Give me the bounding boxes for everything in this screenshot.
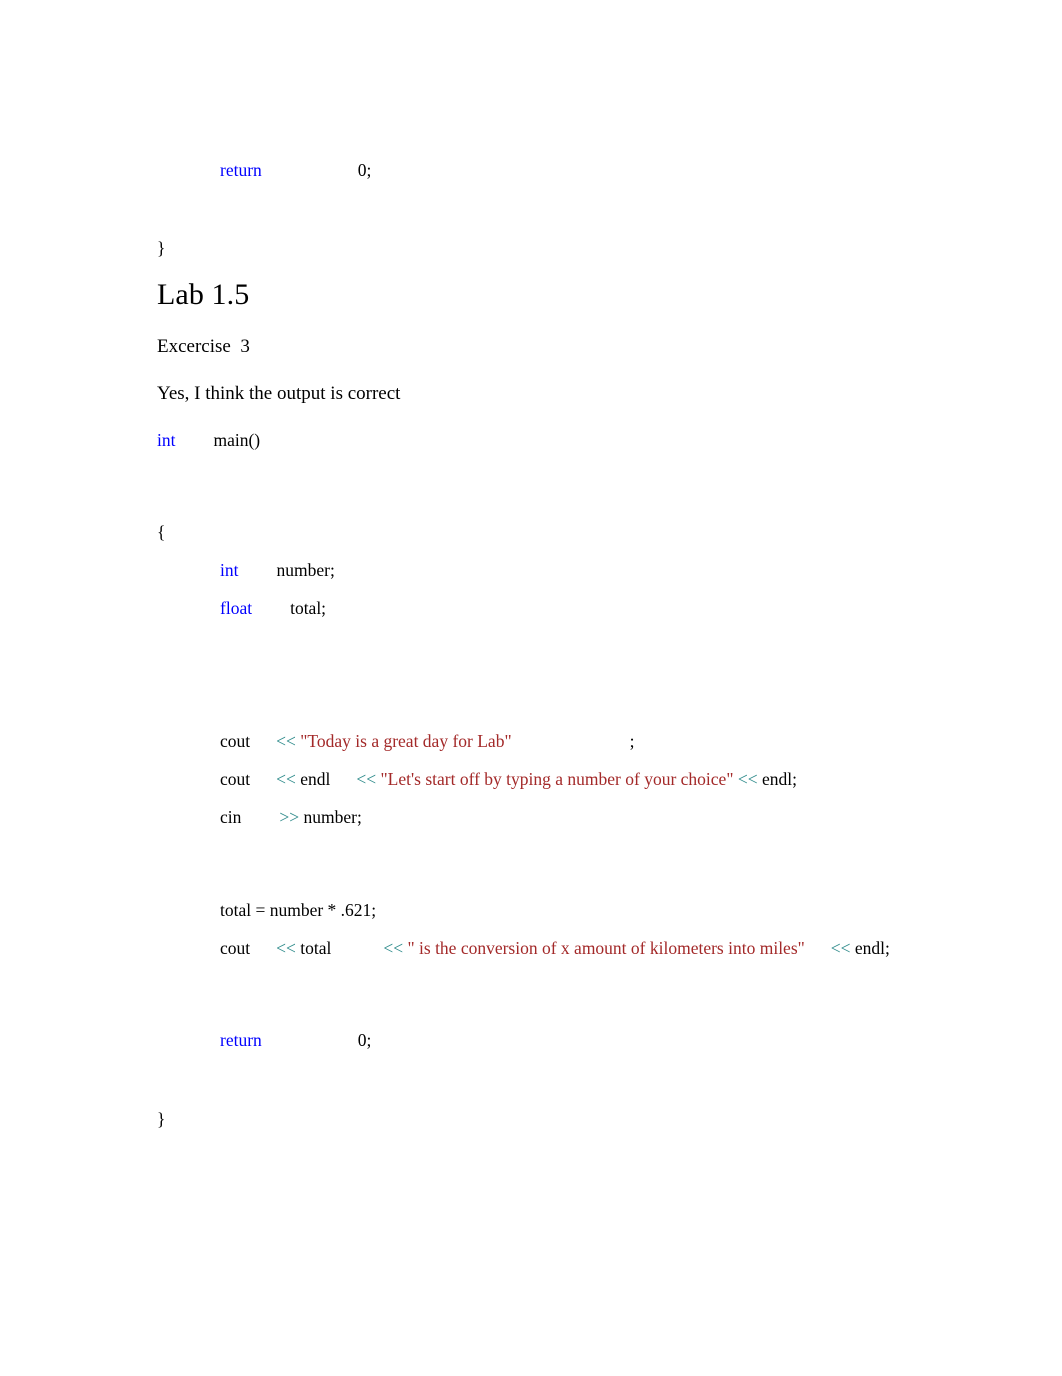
return-value: 0; <box>357 160 372 180</box>
code-line-decl-int: int number; <box>157 560 917 580</box>
operator-insert-3a: << <box>276 937 296 958</box>
return-value-bottom: 0; <box>357 1030 372 1051</box>
keyword-return: return <box>220 160 262 180</box>
endl-token-2b: endl; <box>761 769 797 790</box>
operator-insert-3c: << <box>830 937 851 958</box>
document-body: return 0; } Lab 1.5 Excercise 3 Yes, I th… <box>157 160 917 1129</box>
cout-variable-total: total <box>300 937 332 958</box>
code-line-assignment: total = number * .621; <box>157 900 917 920</box>
endl-token-2a: endl <box>300 769 331 790</box>
code-line-close-brace-bottom: } <box>157 1109 917 1129</box>
code-line-decl-float: float total; <box>157 598 917 618</box>
open-brace: { <box>157 521 166 542</box>
code-line-cout-3: cout << total << " is the conversion of x … <box>157 938 917 958</box>
code-line-return-bottom: return 0; <box>157 1030 917 1050</box>
cin-variable: number; <box>303 807 362 828</box>
page-title: Lab 1.5 <box>157 277 250 311</box>
operator-extract: >> <box>279 807 300 828</box>
keyword-int: int <box>157 429 176 450</box>
stream-cin: cin <box>220 807 242 828</box>
operator-insert-3b: << <box>383 937 404 958</box>
stream-cout-3: cout <box>220 937 251 958</box>
document-page: return 0; } Lab 1.5 Excercise 3 Yes, I th… <box>0 0 1062 1376</box>
function-name-main: main() <box>213 429 261 450</box>
string-literal-3: " is the conversion of x amount of kilom… <box>407 937 805 958</box>
string-literal-2: "Let's start off by typing a number of y… <box>380 769 734 790</box>
exercise-label: Excercise 3 <box>157 335 250 357</box>
keyword-float-decl: float <box>220 598 253 619</box>
code-line-cout-1: cout << "Today is a great day for Lab"; <box>157 731 917 751</box>
code-line-cin: cin >> number; <box>157 807 917 827</box>
code-line-return-top: return 0; <box>157 160 917 180</box>
keyword-return-bottom: return <box>220 1030 262 1051</box>
operator-insert-2c: << <box>737 769 758 790</box>
string-literal-1: "Today is a great day for Lab" <box>300 730 512 751</box>
assignment-statement: total = number * .621; <box>220 899 377 920</box>
answer-text: Yes, I think the output is correct <box>157 382 401 404</box>
stream-cout-1: cout <box>220 730 251 751</box>
operator-insert-1: << <box>276 730 296 751</box>
statement-terminator-1: ; <box>629 730 635 751</box>
close-brace-bottom: } <box>157 1108 166 1129</box>
endl-token-3: endl; <box>854 937 890 958</box>
variable-number: number; <box>276 560 335 581</box>
operator-insert-2b: << <box>356 769 377 790</box>
code-line-closing-brace-top: } <box>157 238 917 258</box>
stream-cout-2: cout <box>220 769 251 790</box>
keyword-int-decl: int <box>220 560 239 581</box>
code-line-signature: int main() <box>157 430 917 450</box>
variable-total: total; <box>290 598 327 619</box>
code-line-cout-2: cout << endl << "Let's start off by typing… <box>157 769 917 789</box>
operator-insert-2a: << <box>276 769 296 790</box>
code-line-open-brace: { <box>157 522 917 542</box>
closing-brace: } <box>157 238 166 259</box>
